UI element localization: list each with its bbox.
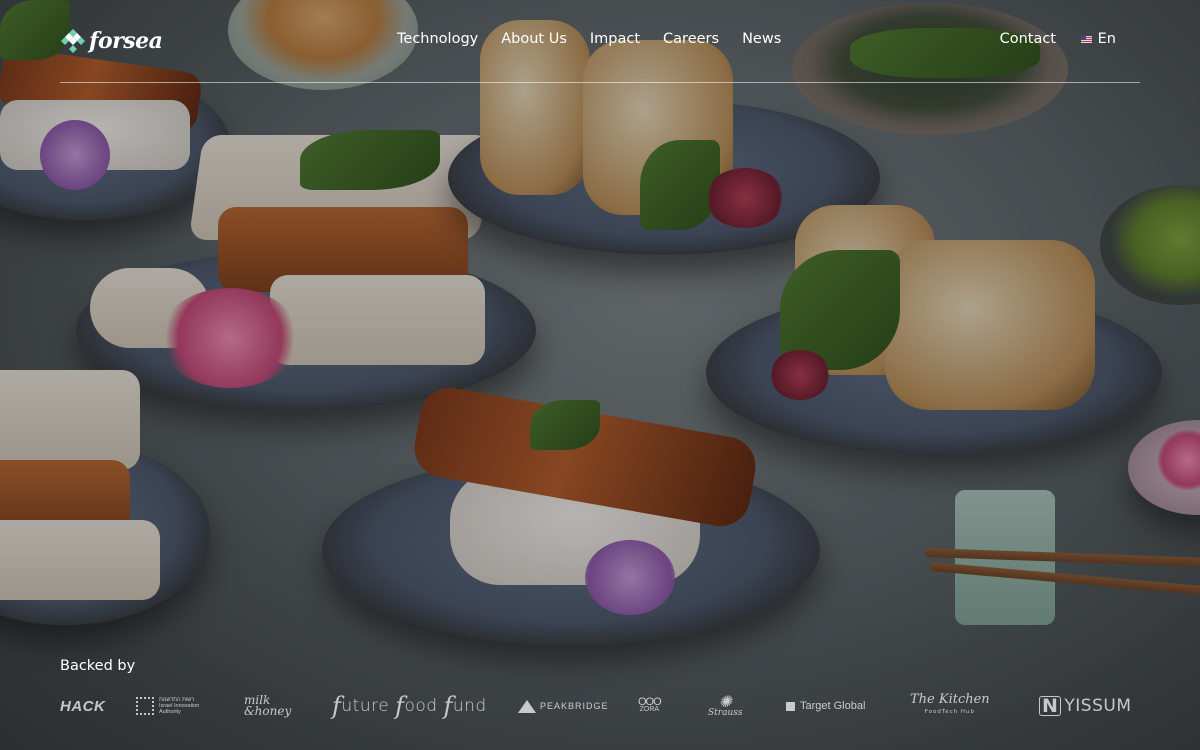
nav-link-technology[interactable]: Technology [397, 31, 478, 47]
kitchen-wordmark: The Kitchen [910, 692, 990, 707]
fff-word-3: und [452, 696, 487, 716]
contact-link[interactable]: Contact [1000, 31, 1056, 47]
backer-logo-israel-innovation-authority: רשות החדשנות Israel Innovation Authority [136, 688, 199, 724]
nav-link-impact[interactable]: Impact [590, 31, 640, 47]
language-label: En [1097, 31, 1116, 47]
yissum-mark-icon: N [1039, 696, 1062, 716]
palm-leaf-icon: ✺ [718, 691, 732, 711]
fff-f-3: f [443, 692, 453, 720]
backer-logo-the-kitchen: The Kitchen FoodTech Hub [910, 688, 990, 724]
us-flag-icon [1080, 35, 1092, 43]
nav-link-news[interactable]: News [742, 31, 781, 47]
zora-wordmark: ZORA [639, 706, 660, 713]
milk-honey-text: milk &honey [244, 694, 292, 718]
site-header: forsea Technology About Us Impact Career… [60, 0, 1140, 83]
nav-link-careers[interactable]: Careers [663, 31, 719, 47]
peakbridge-wordmark: PEAKBRIDGE [540, 701, 609, 711]
backer-logo-milk-and-honey: milk &honey [244, 688, 291, 724]
backer-logo-strauss: ✺ Strauss [708, 688, 742, 724]
fff-f-1: f [332, 692, 342, 720]
hero-background-photo [0, 0, 1200, 750]
nav-link-about-us[interactable]: About Us [501, 31, 567, 47]
yissum-wordmark: YISSUM [1064, 696, 1132, 716]
photo-dark-overlay [0, 0, 1200, 750]
backer-logo-peakbridge: PEAKBRIDGE [518, 688, 609, 724]
target-global-icon [786, 701, 795, 711]
backer-logo-zora: OOO ZORA [638, 688, 662, 724]
fff-f-2: f [395, 692, 405, 720]
backer-logo-yissum: N YISSUM [1039, 688, 1132, 724]
backed-by-label: Backed by [60, 658, 136, 674]
forsea-logo[interactable]: forsea [60, 28, 163, 54]
iia-grid-icon [136, 697, 154, 715]
strauss-wordmark: Strauss [708, 707, 743, 718]
backer-logo-target-global: Target Global [786, 688, 865, 724]
milk-line-2: &honey [244, 704, 292, 718]
forsea-fish-icon [60, 28, 86, 54]
backer-logos: HACK רשות החדשנות Israel Innovation Auth… [60, 688, 1140, 724]
zora-dots-icon: OOO [638, 696, 662, 708]
logo-text: forsea [89, 28, 163, 54]
fff-word-2: ood [404, 696, 438, 716]
iia-text: רשות החדשנות Israel Innovation Authority [159, 697, 199, 715]
target-global-wordmark: Target Global [800, 700, 866, 712]
peak-icon [518, 699, 536, 713]
fff-word-1: uture [341, 696, 390, 716]
kitchen-subtitle: FoodTech Hub [924, 709, 976, 715]
backer-logo-hack: HACK [60, 688, 105, 724]
language-switcher[interactable]: En [1080, 31, 1116, 47]
hack-wordmark: HACK [60, 697, 106, 715]
main-nav: Technology About Us Impact Careers News [397, 31, 781, 47]
backer-logo-future-food-fund: f uture f ood f und [332, 688, 487, 724]
iia-line-3: Authority [159, 709, 181, 715]
